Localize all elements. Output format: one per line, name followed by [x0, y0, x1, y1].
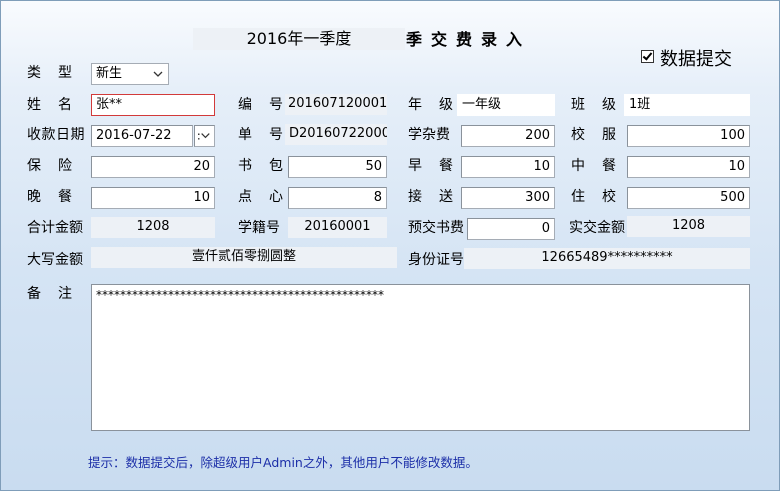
- insurance-input[interactable]: 20: [91, 156, 215, 178]
- order-no-field: D201607220001: [285, 124, 387, 145]
- uniform-input[interactable]: 100: [627, 125, 750, 147]
- insurance-label: 保险: [27, 158, 89, 174]
- capital-amount-label: 大写金额: [27, 252, 83, 268]
- remark-label: 备注: [27, 286, 89, 302]
- chevron-down-icon[interactable]: :: [195, 126, 214, 145]
- period-field: 2016年一季度: [193, 28, 405, 50]
- boarding-label: 住校: [571, 189, 633, 205]
- lunch-label: 中餐: [571, 158, 633, 174]
- student-id-field: 20160001: [288, 217, 387, 238]
- grade-field[interactable]: 一年级: [457, 94, 555, 116]
- chevron-down-icon[interactable]: [151, 67, 165, 81]
- total-field: 1208: [91, 217, 215, 238]
- remark-textarea[interactable]: ****************************************…: [91, 284, 750, 431]
- id-card-label: 身份证号: [408, 252, 464, 268]
- actual-paid-field: 1208: [627, 216, 750, 237]
- submit-data-checkbox[interactable]: 数据提交: [641, 49, 732, 71]
- type-label: 类型: [27, 65, 89, 81]
- actual-paid-label: 实交金额: [569, 220, 625, 236]
- hint-text: 提示：数据提交后，除超级用户Admin之外，其他用户不能修改数据。: [88, 455, 478, 470]
- lunch-input[interactable]: 10: [627, 156, 750, 178]
- book-prepay-label: 预交书费: [408, 220, 464, 236]
- bookbag-input[interactable]: 50: [288, 156, 387, 178]
- book-prepay-input[interactable]: 0: [467, 218, 555, 240]
- total-label: 合计金额: [27, 220, 83, 236]
- class-field[interactable]: 1班: [624, 94, 750, 116]
- capital-amount-field: 壹仟贰佰零捌圆整: [91, 247, 397, 268]
- dinner-label: 晚餐: [27, 189, 89, 205]
- dinner-input[interactable]: 10: [91, 187, 215, 209]
- type-value: 新生: [96, 66, 123, 81]
- pay-date-input[interactable]: 2016-07-22: [91, 125, 193, 147]
- fee-entry-window: 2016年一季度 季交费录入 数据提交 类型 新生 姓名 张** 编号 2016…: [0, 0, 780, 491]
- breakfast-input[interactable]: 10: [461, 156, 555, 178]
- snack-input[interactable]: 8: [288, 187, 387, 209]
- page-title: 季交费录入: [406, 30, 532, 49]
- pay-date-label: 收款日期: [27, 127, 85, 143]
- name-label: 姓名: [27, 97, 89, 113]
- uniform-label: 校服: [571, 127, 633, 143]
- number-field: 201607120001: [285, 94, 387, 115]
- checkbox-checked-icon[interactable]: [641, 50, 654, 63]
- name-input[interactable]: 张**: [91, 94, 215, 116]
- svg-text::: :: [197, 128, 201, 142]
- tuition-input[interactable]: 200: [461, 125, 555, 147]
- submit-data-label: 数据提交: [660, 49, 732, 70]
- date-picker-button[interactable]: :: [194, 125, 215, 147]
- student-id-label: 学籍号: [238, 220, 280, 236]
- shuttle-input[interactable]: 300: [461, 187, 555, 209]
- id-card-field: 12665489**********: [464, 248, 750, 269]
- boarding-input[interactable]: 500: [627, 187, 750, 209]
- type-select[interactable]: 新生: [91, 63, 169, 85]
- tuition-label: 学杂费: [408, 127, 450, 143]
